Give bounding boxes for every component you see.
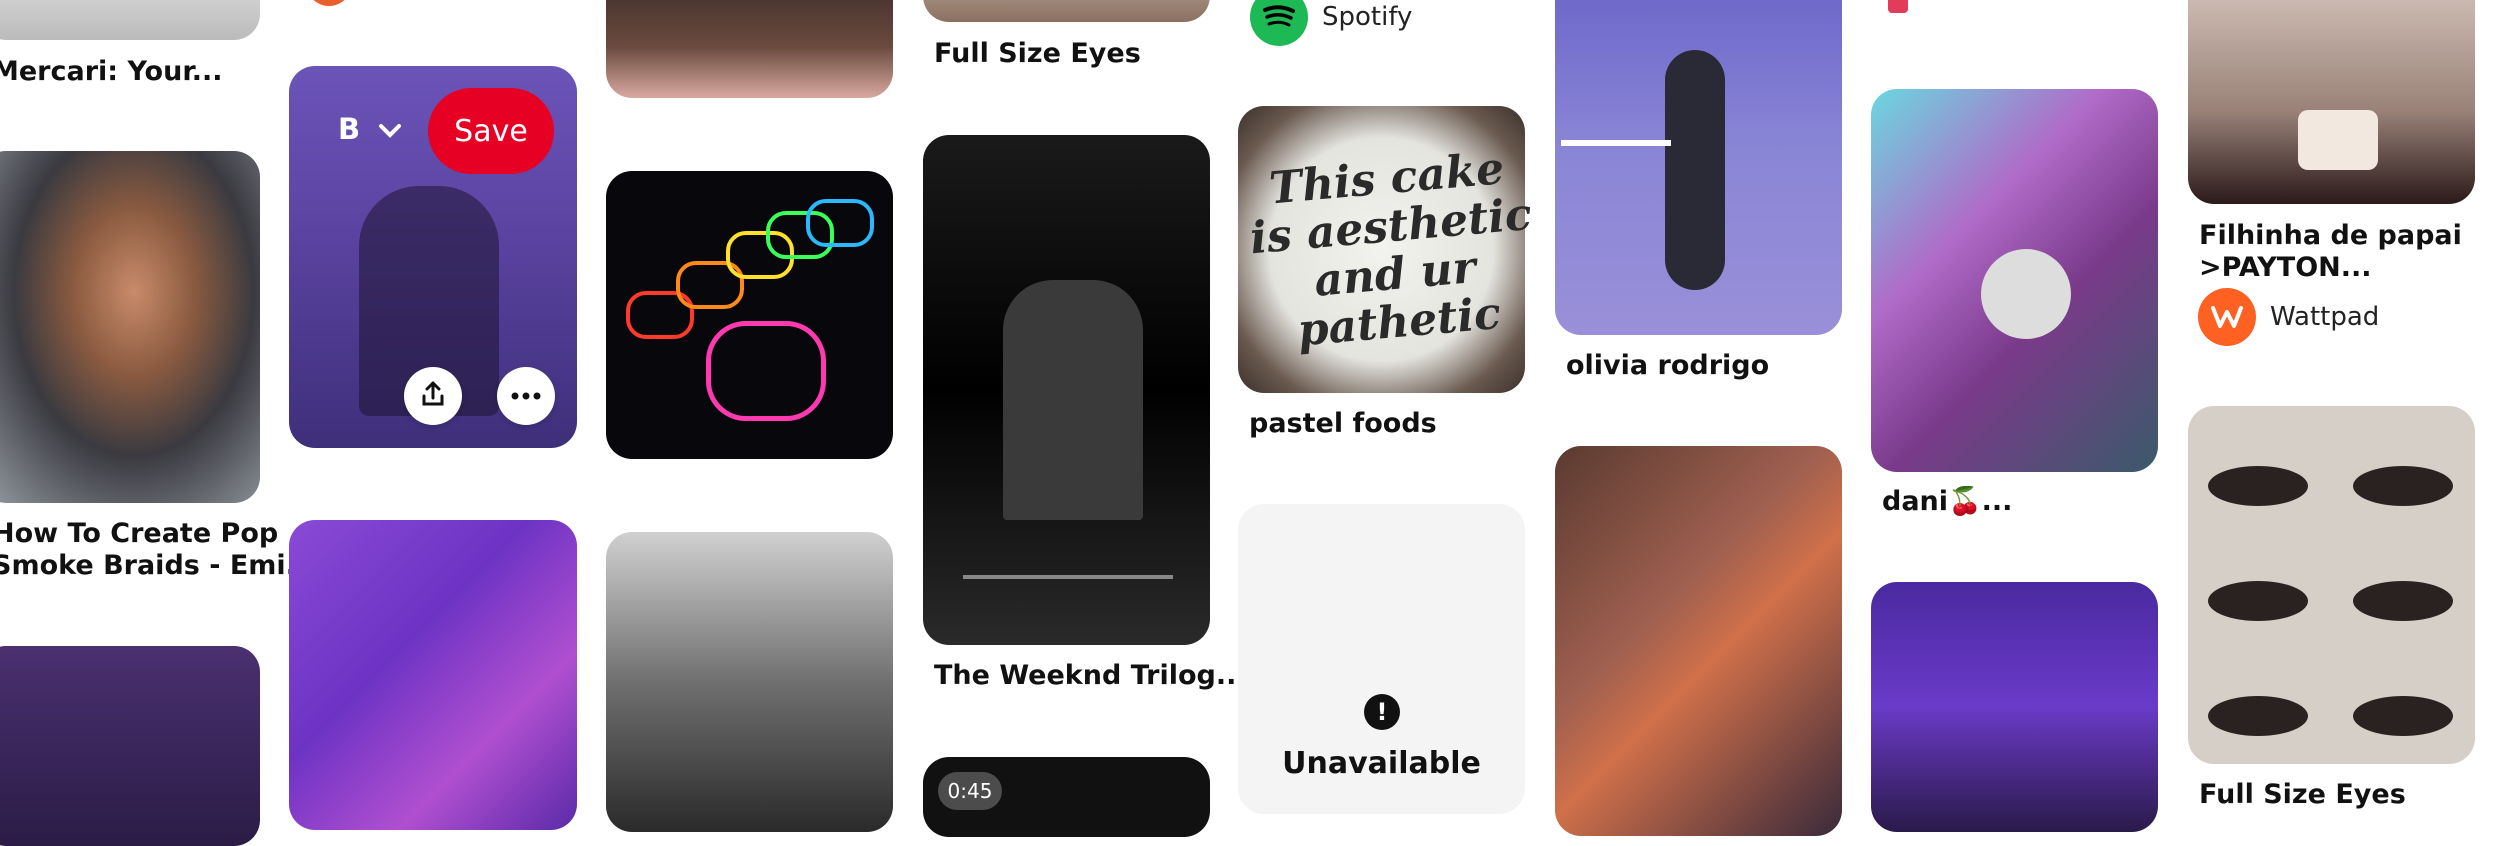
pin-title[interactable]: Full Size Eyes [934, 38, 1141, 70]
unavailable-label: Unavailable [1282, 746, 1481, 781]
wattpad-icon [2198, 288, 2256, 346]
pin-image-braids[interactable] [0, 151, 260, 503]
pin-image-olivia[interactable] [1555, 0, 1842, 335]
pin-image-balloons[interactable] [0, 646, 260, 846]
pin-title[interactable]: olivia rodrigo [1566, 350, 1769, 382]
pin-image-dani[interactable] [1871, 89, 2158, 472]
pin-image-birthday-cake[interactable] [606, 0, 893, 98]
pin-title[interactable]: Filhinha de papai [2199, 220, 2462, 252]
board-selector[interactable]: B [338, 112, 402, 146]
pin-image-quinceanera[interactable] [1555, 446, 1842, 836]
share-button[interactable] [404, 367, 462, 425]
share-icon [419, 380, 447, 413]
source-name: Spotify [1322, 2, 1413, 32]
pin-image-filhinha[interactable] [2188, 0, 2475, 204]
pin-image-bw-birthday[interactable] [606, 532, 893, 832]
pin-title[interactable]: The Weeknd Trilog... [934, 660, 1247, 692]
pin-image-mercari[interactable] [0, 0, 260, 40]
cake-text: This cake is aesthetic and ur pathetic [1248, 143, 1534, 357]
chevron-down-icon [378, 112, 402, 146]
pin-title[interactable]: How To Create Pop [0, 518, 278, 550]
pin-title[interactable]: Smoke Braids - Emi... [0, 550, 316, 582]
more-icon [511, 387, 541, 405]
pin-image-purple-birthday[interactable] [1871, 582, 2158, 832]
source-name: Wattpad [2270, 302, 2380, 332]
pin-image-neon-hats[interactable] [606, 171, 893, 459]
save-button[interactable]: Save [428, 88, 554, 174]
spotify-icon [1250, 0, 1308, 46]
pin-title[interactable]: >PAYTON... [2199, 252, 2372, 284]
pin-title[interactable]: pastel foods [1249, 408, 1437, 440]
pin-image-sour-collage[interactable] [289, 520, 577, 830]
pin-unavailable: ! Unavailable [1238, 504, 1525, 814]
pin-image-eyes-grid[interactable] [2188, 406, 2475, 764]
pin-image-eyes-top[interactable] [923, 0, 1210, 22]
alert-icon: ! [1364, 694, 1400, 730]
pin-title[interactable]: Mercari: Your... [0, 56, 223, 88]
more-options-button[interactable] [497, 367, 555, 425]
pin-source-wattpad[interactable]: Wattpad [2198, 288, 2379, 346]
heart-icon [1888, 0, 1908, 13]
pin-title[interactable]: Full Size Eyes [2199, 779, 2406, 811]
board-label: B [338, 112, 361, 146]
pin-source-spotify[interactable]: Spotify [1250, 0, 1412, 46]
video-duration: 0:45 [938, 772, 1002, 810]
pin-avatar-partial [306, 0, 352, 6]
pin-image-weeknd[interactable] [923, 135, 1210, 645]
pin-title[interactable]: dani🍒... [1882, 486, 2012, 518]
